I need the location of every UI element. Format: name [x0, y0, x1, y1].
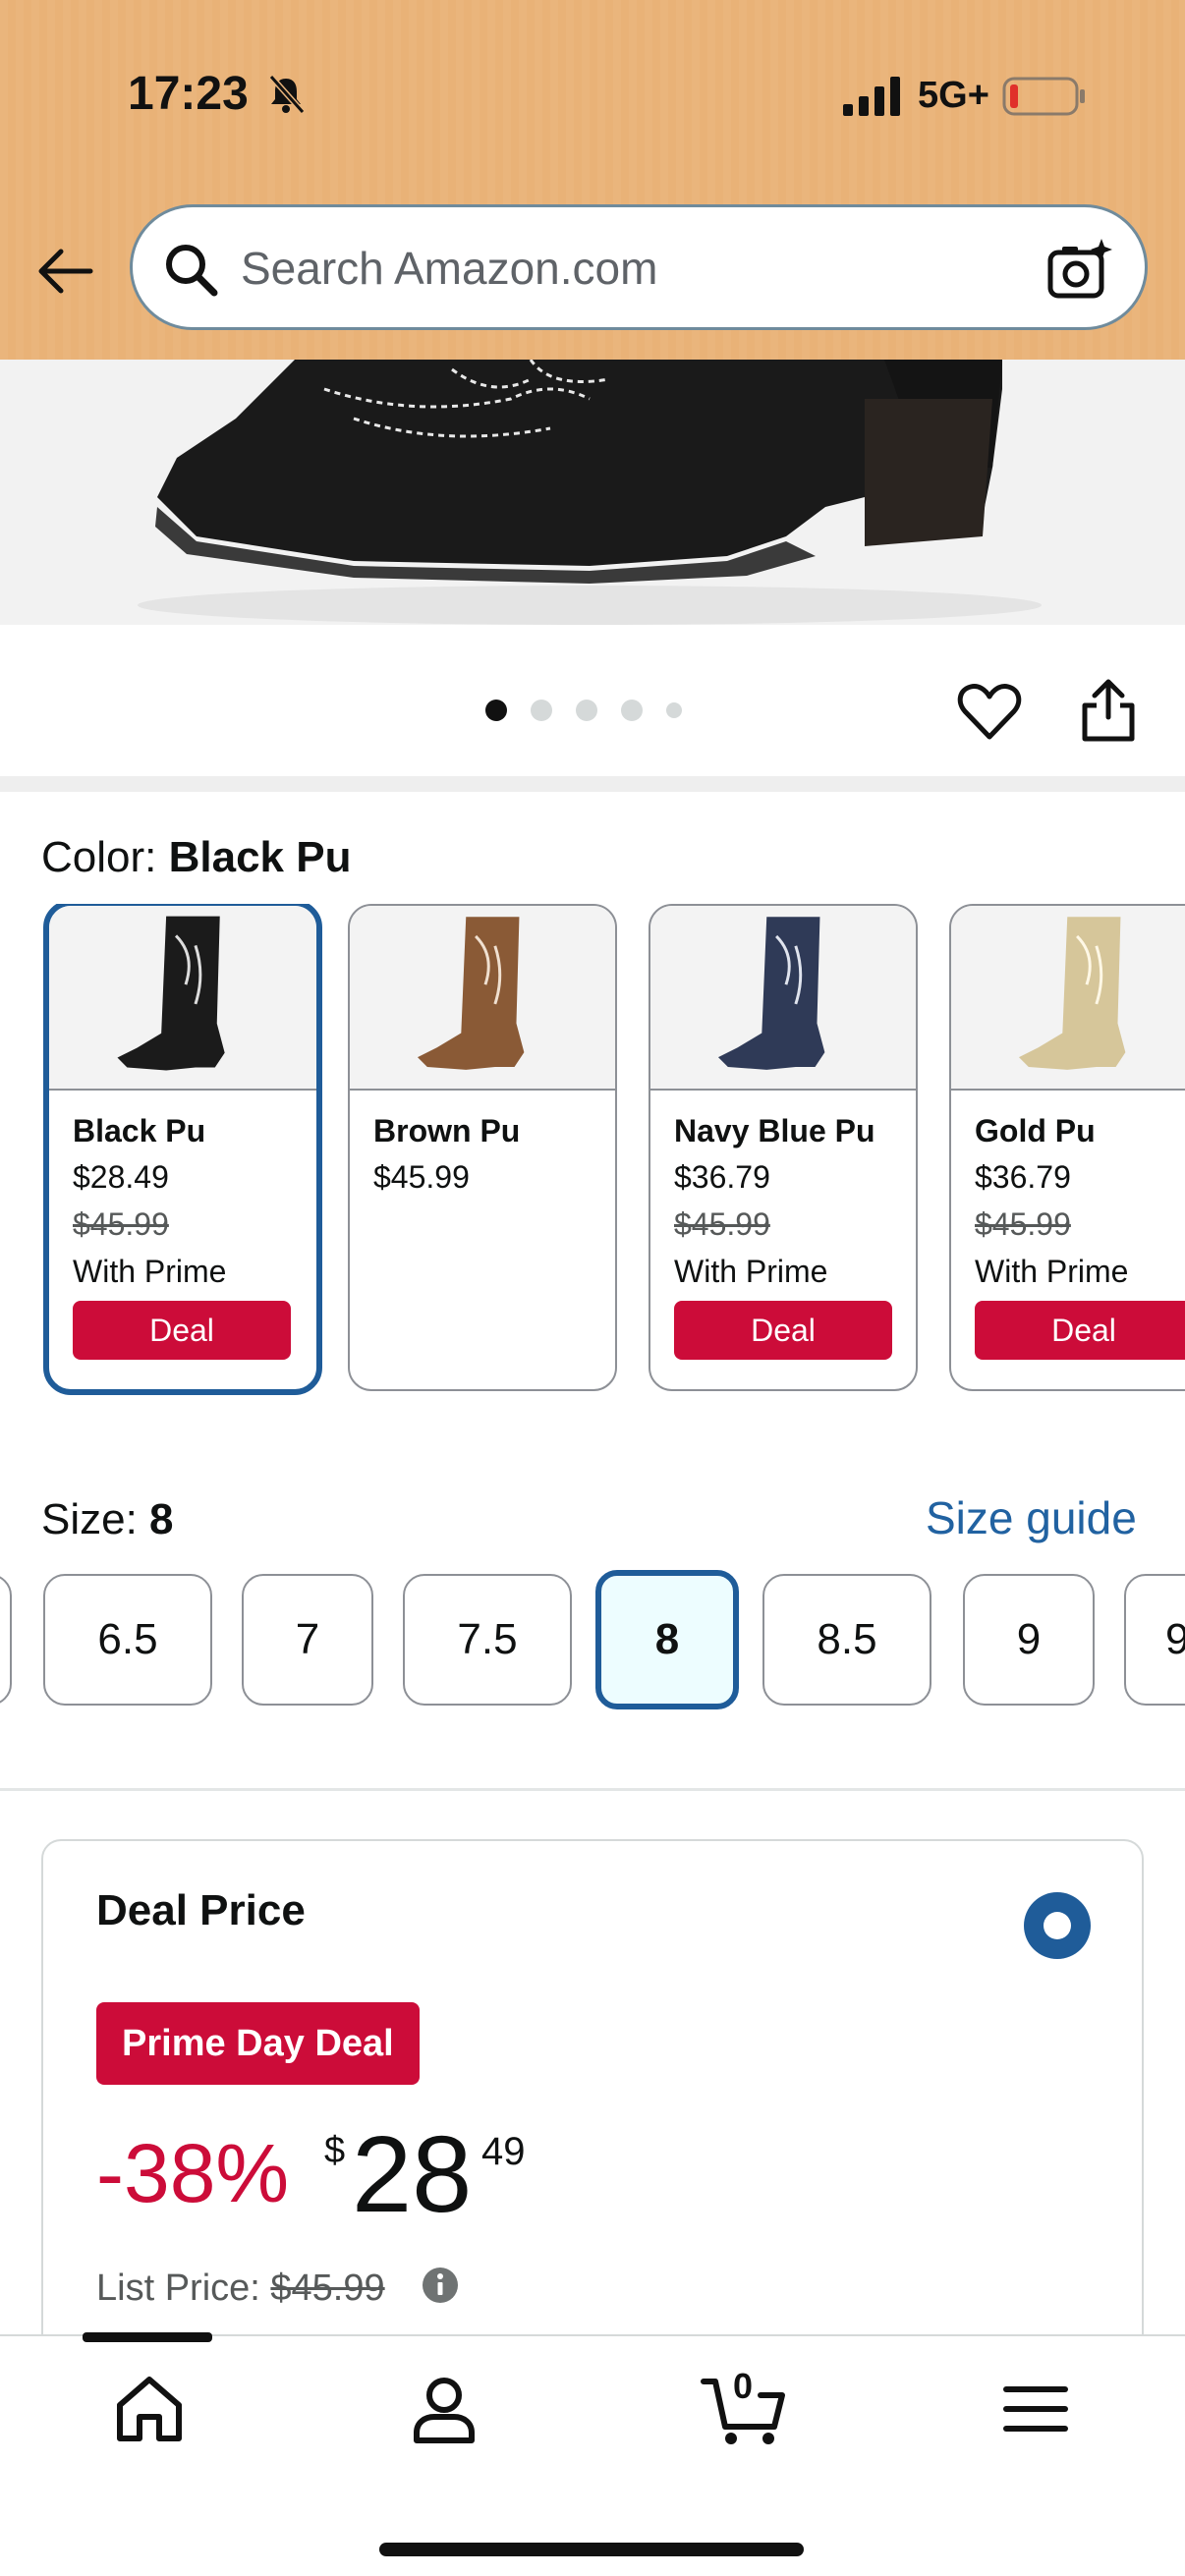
size-chip[interactable]: 7	[242, 1574, 373, 1706]
menu-icon[interactable]	[996, 2370, 1075, 2448]
search-input[interactable]	[241, 231, 1027, 306]
swatch-name: Navy Blue Pu	[674, 1113, 875, 1148]
gallery-dot[interactable]	[621, 700, 643, 721]
swatch-image	[951, 906, 1185, 1091]
deal-badge: Deal	[674, 1301, 892, 1360]
info-icon[interactable]	[421, 2266, 460, 2305]
swatch-name: Brown Pu	[373, 1113, 521, 1148]
swatch-prime-label: With Prime	[674, 1254, 828, 1289]
deal-price-title: Deal Price	[96, 1886, 306, 1934]
swatch-list-price: $45.99	[73, 1206, 169, 1242]
color-label-prefix: Color:	[41, 833, 169, 881]
swatch-price: $36.79	[975, 1159, 1071, 1195]
size-chip[interactable]: 9.5	[1124, 1574, 1185, 1706]
boot-thumbnail-brown	[417, 917, 525, 1070]
network-label: 5G+	[918, 75, 989, 116]
nav-active-indicator	[83, 2332, 212, 2342]
battery-icon	[1002, 77, 1085, 116]
gallery-dots[interactable]	[485, 700, 682, 721]
home-icon[interactable]	[110, 2370, 189, 2448]
swatch-gold-pu[interactable]: Gold Pu $36.79 $45.99 With Prime Deal	[949, 904, 1185, 1391]
account-icon[interactable]	[405, 2370, 483, 2448]
size-guide-link[interactable]: Size guide	[926, 1491, 1137, 1544]
swatch-image	[350, 906, 615, 1091]
size-options-row: 6.5 7 7.5 8 8.5 9 9.5	[0, 1570, 1185, 1711]
price-currency: $	[324, 2130, 346, 2171]
size-chip[interactable]: 9	[963, 1574, 1095, 1706]
header: 17:23 5G+	[0, 0, 1185, 360]
gallery-dot-active[interactable]	[485, 700, 507, 721]
boot-image	[138, 360, 1042, 625]
swatch-list-price: $45.99	[674, 1206, 770, 1242]
gallery-dot[interactable]	[666, 702, 682, 718]
price-whole: 28	[352, 2114, 473, 2235]
swatch-navy-blue-pu[interactable]: Navy Blue Pu $36.79 $45.99 With Prime De…	[649, 904, 918, 1391]
size-chip[interactable]: 7.5	[403, 1574, 572, 1706]
price-fraction: 49	[481, 2130, 526, 2173]
boot-thumbnail-gold	[1018, 917, 1126, 1070]
search-icon	[166, 245, 218, 297]
status-time: 17:23	[128, 68, 249, 120]
color-swatch-row: Black Pu $28.49 $45.99 With Prime Deal B…	[0, 904, 1185, 1395]
heart-icon[interactable]	[957, 682, 1022, 743]
swatch-prime-label: With Prime	[73, 1254, 227, 1289]
swatch-image	[49, 906, 316, 1091]
size-chip-partial[interactable]	[0, 1574, 12, 1706]
gallery-dot[interactable]	[531, 700, 552, 721]
boot-thumbnail-navy	[717, 917, 825, 1070]
swatch-list-price: $45.99	[975, 1206, 1071, 1242]
swatch-price: $36.79	[674, 1159, 770, 1195]
camera-lens-icon[interactable]	[1044, 235, 1115, 306]
size-label-prefix: Size:	[41, 1495, 150, 1543]
bottom-nav: 0	[0, 2332, 1185, 2576]
boot-thumbnail-black	[117, 916, 225, 1071]
color-selected: Black Pu	[168, 833, 352, 881]
radio-selected-icon[interactable]	[1022, 1890, 1093, 1961]
signal-icon	[843, 77, 900, 116]
list-price-label: List Price:	[96, 2268, 271, 2309]
list-price: List Price: $45.99	[96, 2268, 385, 2310]
share-icon[interactable]	[1079, 678, 1138, 745]
cart-count: 0	[733, 2366, 754, 2406]
size-chip[interactable]: 8.5	[762, 1574, 931, 1706]
size-chip[interactable]: 6.5	[43, 1574, 212, 1706]
swatch-name: Black Pu	[73, 1113, 206, 1148]
size-label: Size: 8	[41, 1495, 174, 1544]
search-bar[interactable]	[130, 204, 1148, 330]
product-image[interactable]	[0, 360, 1185, 625]
section-divider	[0, 1788, 1185, 1791]
swatch-brown-pu[interactable]: Brown Pu $45.99	[348, 904, 617, 1391]
swatch-prime-label: With Prime	[975, 1254, 1129, 1289]
discount-percent: -38%	[96, 2127, 290, 2219]
home-indicator	[379, 2543, 804, 2556]
deal-badge: Deal	[975, 1301, 1185, 1360]
bell-muted-icon	[268, 75, 306, 114]
swatch-name: Gold Pu	[975, 1113, 1096, 1148]
swatch-price: $28.49	[73, 1159, 169, 1195]
size-selected: 8	[149, 1495, 174, 1543]
gallery-dot[interactable]	[576, 700, 597, 721]
color-label: Color: Black Pu	[41, 833, 351, 882]
back-arrow-icon[interactable]	[35, 242, 94, 301]
swatch-image	[650, 906, 916, 1091]
list-price-value: $45.99	[270, 2268, 385, 2309]
prime-day-deal-badge: Prime Day Deal	[96, 2002, 420, 2085]
section-divider	[0, 776, 1185, 792]
deal-badge: Deal	[73, 1301, 291, 1360]
swatch-price: $45.99	[373, 1159, 470, 1195]
swatch-black-pu[interactable]: Black Pu $28.49 $45.99 With Prime Deal	[43, 904, 322, 1395]
size-chip-selected[interactable]: 8	[595, 1570, 739, 1709]
